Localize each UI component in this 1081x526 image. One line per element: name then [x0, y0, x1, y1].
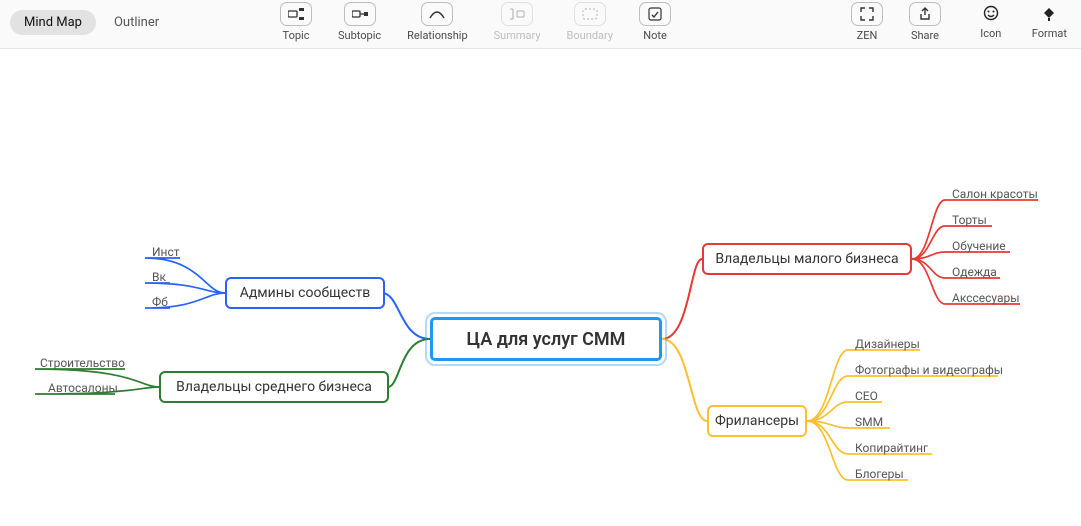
leaf-admins-0[interactable]: Инст	[152, 245, 180, 259]
smiley-icon	[976, 2, 1006, 24]
leaf-freelance-0[interactable]: Дизайнеры	[855, 337, 920, 351]
leaf-admins-1[interactable]: Вк	[152, 270, 166, 284]
leaf-smallbiz-0[interactable]: Салон красоты	[952, 187, 1038, 201]
central-topic[interactable]: ЦА для услуг СММ	[430, 317, 662, 361]
topic-button[interactable]: Topic	[280, 2, 312, 42]
view-toggle: Mind Map Outliner	[10, 10, 173, 35]
share-label: Share	[911, 29, 939, 42]
summary-label: Summary	[494, 29, 541, 42]
share-icon	[909, 2, 941, 26]
subtopic-button[interactable]: Subtopic	[338, 2, 381, 42]
branch-small-biz[interactable]: Владельцы малого бизнеса	[702, 243, 912, 275]
topic-label: Topic	[283, 29, 310, 42]
leaf-midbiz-1[interactable]: Автосалоны	[48, 381, 118, 395]
relationship-label: Relationship	[407, 29, 467, 42]
boundary-button: Boundary	[567, 2, 613, 42]
topic-icon	[280, 2, 312, 26]
summary-button: Summary	[494, 2, 541, 42]
paint-icon	[1034, 2, 1064, 24]
tool-group-right: ZEN Share	[851, 2, 941, 42]
leaf-smallbiz-4[interactable]: Акссесуары	[952, 291, 1020, 305]
share-button[interactable]: Share	[909, 2, 941, 42]
note-label: Note	[643, 29, 667, 42]
leaf-freelance-2[interactable]: CEO	[855, 389, 878, 403]
leaf-smallbiz-3[interactable]: Одежда	[952, 265, 997, 279]
leaf-admins-2[interactable]: Фб	[152, 295, 168, 309]
branch-mid-biz[interactable]: Владельцы среднего бизнеса	[159, 371, 389, 403]
icon-label: Icon	[980, 27, 1001, 40]
leaf-freelance-5[interactable]: Блогеры	[855, 467, 904, 481]
zen-label: ZEN	[857, 29, 878, 42]
leaf-freelance-1[interactable]: Фотографы и видеографы	[855, 363, 1003, 377]
note-icon	[639, 2, 671, 26]
tool-group-format: Icon Format	[976, 2, 1067, 40]
leaf-smallbiz-1[interactable]: Торты	[952, 213, 987, 227]
branch-freelance[interactable]: Фрилансеры	[707, 405, 807, 437]
boundary-label: Boundary	[567, 29, 613, 42]
subtopic-icon	[344, 2, 376, 26]
leaf-freelance-3[interactable]: SMM	[855, 415, 883, 429]
leaf-midbiz-0[interactable]: Строительство	[40, 356, 125, 370]
format-label: Format	[1032, 27, 1067, 40]
icon-button[interactable]: Icon	[976, 2, 1006, 40]
toolbar: Mind Map Outliner Topic Subtopic Relatio…	[0, 0, 1081, 49]
format-button[interactable]: Format	[1032, 2, 1067, 40]
zen-button[interactable]: ZEN	[851, 2, 883, 42]
branch-admins[interactable]: Админы сообществ	[225, 277, 385, 309]
view-mindmap[interactable]: Mind Map	[10, 10, 96, 35]
relationship-icon	[421, 2, 453, 26]
leaf-smallbiz-2[interactable]: Обучение	[952, 239, 1006, 253]
zen-icon	[851, 2, 883, 26]
note-button[interactable]: Note	[639, 2, 671, 42]
tool-group-main: Topic Subtopic Relationship Summary Boun…	[280, 2, 671, 42]
leaf-freelance-4[interactable]: Копирайтинг	[855, 441, 928, 455]
view-outliner[interactable]: Outliner	[100, 10, 173, 35]
boundary-icon	[574, 2, 606, 26]
summary-icon	[501, 2, 533, 26]
mindmap-canvas[interactable]: ЦА для услуг СММ Админы сообществ Владел…	[0, 49, 1081, 526]
relationship-button[interactable]: Relationship	[407, 2, 467, 42]
subtopic-label: Subtopic	[338, 29, 381, 42]
